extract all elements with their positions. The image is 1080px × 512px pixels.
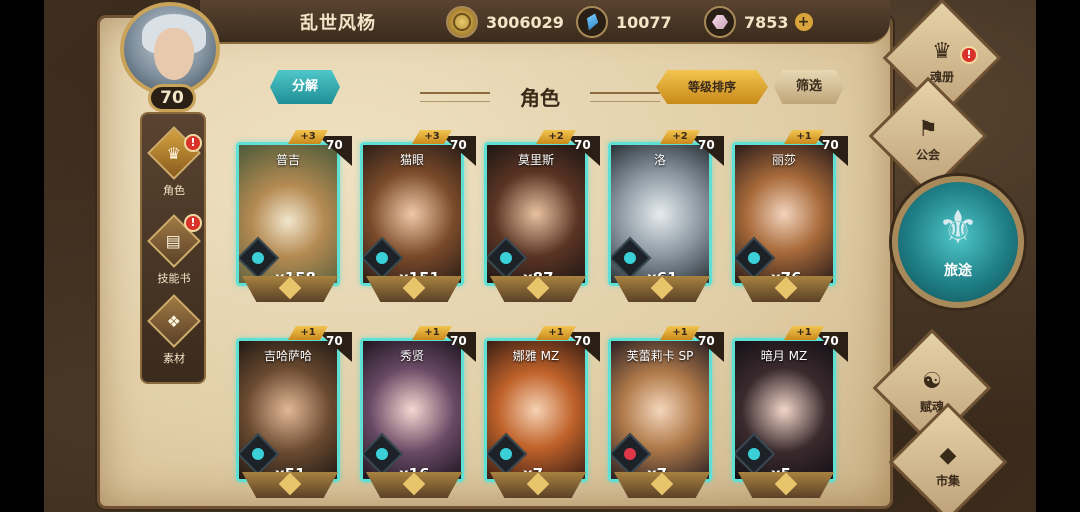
character-level: 70	[574, 138, 591, 152]
card-base-ornament	[366, 276, 462, 302]
card-base-ornament	[614, 472, 710, 498]
card-frame: 娜雅 MZ x7	[484, 338, 588, 482]
journey-label: 旅途	[944, 263, 972, 279]
card-base-ornament	[242, 472, 338, 498]
skillbooks-alert-badge: !	[184, 214, 202, 232]
characters-alert-badge: !	[184, 134, 202, 152]
card-base-ornament	[614, 276, 710, 302]
blue-crystal-icon	[576, 6, 608, 38]
character-name: 猫眼	[399, 153, 424, 167]
blue-crystal-value: 10077	[616, 12, 672, 32]
market-gem-icon: ◆	[939, 443, 957, 469]
card-frame: 秀贤 x16	[360, 338, 464, 482]
card-base-ornament	[366, 472, 462, 498]
character-name: 秀贤	[399, 349, 424, 363]
character-name: 普吉	[275, 153, 300, 167]
add-currency-button[interactable]: +	[794, 13, 813, 31]
character-level: 70	[326, 138, 343, 152]
character-card[interactable]: 芙蕾莉卡 SP x7 70 +1	[608, 326, 724, 508]
character-name: 莫里斯	[517, 153, 554, 167]
filter-button[interactable]: 筛选	[774, 70, 844, 104]
character-level: 70	[326, 334, 343, 348]
card-frame: 暗月 MZ x5	[732, 338, 836, 482]
character-level: 70	[822, 334, 839, 348]
character-card[interactable]: 暗月 MZ x5 70 +1	[732, 326, 848, 508]
guild-nav-content: ⚑ 公会	[886, 98, 970, 182]
left-letterbox	[0, 0, 44, 512]
character-level: 70	[450, 138, 467, 152]
character-card[interactable]: 吉哈萨哈 x51 70 +1	[236, 326, 352, 508]
gold-value: 3006029	[486, 12, 564, 32]
player-avatar[interactable]	[120, 2, 220, 96]
character-card[interactable]: 娜雅 MZ x7 70 +1	[484, 326, 600, 508]
right-letterbox	[1036, 0, 1080, 512]
sort-by-level-button[interactable]: 等级排序	[656, 70, 768, 104]
sidebar-item-label: 技能书	[157, 272, 191, 285]
card-frame: 猫眼 x151	[360, 142, 464, 286]
gold-coin-icon	[446, 6, 478, 38]
card-frame: 芙蕾莉卡 SP x7	[608, 338, 712, 482]
character-name: 芙蕾莉卡 SP	[626, 349, 694, 363]
page-title: 角色	[520, 86, 560, 110]
character-card[interactable]: 猫眼 x151 70 +3	[360, 130, 476, 312]
card-frame: 莫里斯 x87	[484, 142, 588, 286]
character-level: 70	[450, 334, 467, 348]
journey-button[interactable]: ⚜ 旅途	[892, 176, 1024, 308]
sidebar-item-label: 素材	[163, 352, 185, 365]
card-frame: 吉哈萨哈 x51	[236, 338, 340, 482]
card-frame: 洛 x61	[608, 142, 712, 286]
card-frame: 普吉 x158	[236, 142, 340, 286]
soulbook-alert-badge: !	[960, 46, 978, 64]
pink-crystal-value: 7853	[744, 12, 789, 32]
character-level: 70	[822, 138, 839, 152]
guild-flag-icon: ⚑	[918, 117, 938, 143]
sidebar-item-label: 角色	[163, 184, 185, 197]
soulbook-icon: ♛	[932, 39, 952, 65]
character-name: 娜雅 MZ	[512, 349, 560, 363]
decompose-button[interactable]: 分解	[270, 70, 340, 104]
market-label: 市集	[935, 474, 960, 489]
card-base-ornament	[490, 472, 586, 498]
gold-currency: 3006029	[446, 6, 564, 38]
character-card[interactable]: 莫里斯 x87 70 +2	[484, 130, 600, 312]
blue-crystal-currency: 10077	[576, 6, 672, 38]
pink-crystal-icon	[704, 6, 736, 38]
card-base-ornament	[738, 276, 834, 302]
card-base-ornament	[738, 472, 834, 498]
title-ornament-left	[420, 92, 490, 102]
character-card[interactable]: 洛 x61 70 +2	[608, 130, 724, 312]
character-name: 吉哈萨哈	[263, 349, 312, 363]
card-base-ornament	[242, 276, 338, 302]
guild-label: 公会	[915, 148, 940, 163]
character-card[interactable]: 普吉 x158 70 +3	[236, 130, 352, 312]
character-level: 70	[698, 334, 715, 348]
player-level-badge: 70	[148, 84, 196, 112]
character-name: 暗月 MZ	[760, 349, 808, 363]
journey-emblem-icon: ⚜	[937, 200, 979, 254]
materials-icon: ❖	[147, 294, 201, 348]
soul-flame-icon: ☯	[922, 369, 942, 395]
sidebar-item-materials[interactable]: ❖ 素材	[147, 294, 201, 366]
avatar-face	[154, 28, 194, 80]
character-card[interactable]: 丽莎 x76 70 +1	[732, 130, 848, 312]
card-frame: 丽莎 x76	[732, 142, 836, 286]
player-name: 乱世风杨	[300, 13, 376, 34]
market-nav-content: ◆ 市集	[906, 424, 990, 508]
character-level: 70	[698, 138, 715, 152]
character-level: 70	[574, 334, 591, 348]
title-ornament-right	[590, 92, 660, 102]
card-base-ornament	[490, 276, 586, 302]
character-name: 洛	[653, 153, 666, 167]
character-card[interactable]: 秀贤 x16 70 +1	[360, 326, 476, 508]
character-name: 丽莎	[771, 153, 796, 167]
pink-crystal-currency: 7853 +	[704, 6, 813, 38]
